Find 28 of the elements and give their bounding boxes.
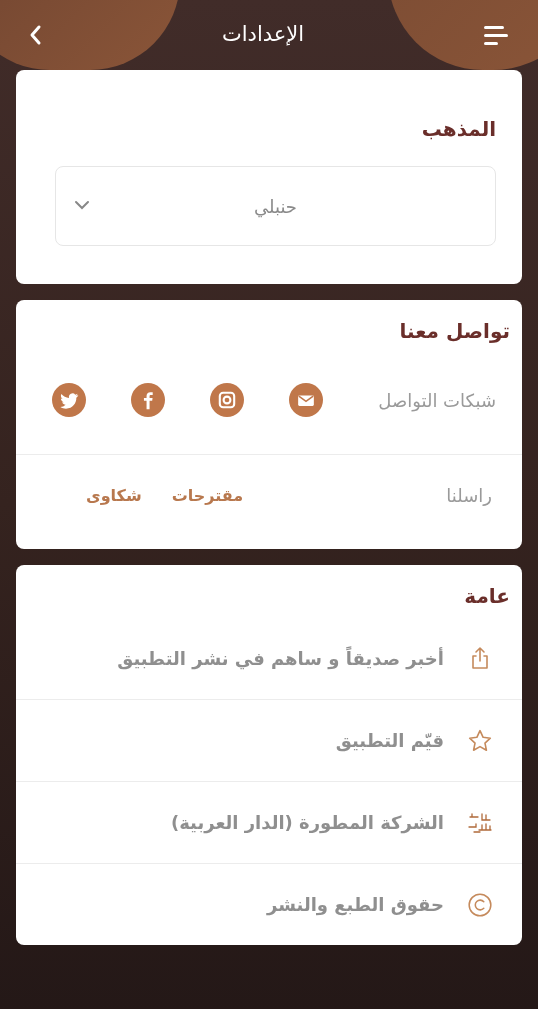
message-link[interactable]: مقترحات bbox=[171, 483, 244, 508]
copyright-icon bbox=[467, 891, 493, 918]
back-icon[interactable] bbox=[28, 24, 42, 46]
row-label: شبكات التواصل bbox=[378, 388, 496, 414]
row-label: راسلنا bbox=[446, 484, 492, 508]
facebook-icon[interactable] bbox=[131, 383, 165, 417]
section-title: تواصل معنا bbox=[398, 318, 511, 345]
share-icon bbox=[469, 646, 491, 670]
settings-item[interactable]: حقوق الطبع والنشر bbox=[16, 863, 522, 945]
page-title: الإعدادات bbox=[221, 21, 305, 49]
twitter-icon[interactable] bbox=[52, 383, 86, 417]
chevron-down-icon bbox=[74, 200, 90, 210]
select-value: حنبلي bbox=[254, 194, 297, 220]
item-label: أخبر صديقاً و ساهم في نشر التطبيق bbox=[117, 645, 444, 672]
email-icon[interactable] bbox=[289, 383, 323, 417]
section-title: المذهب bbox=[420, 116, 496, 143]
item-label: حقوق الطبع والنشر bbox=[267, 893, 444, 918]
item-label: الشركة المطورة (الدار العربية) bbox=[170, 811, 444, 836]
section-title: عامة bbox=[463, 583, 511, 610]
madhhab-select[interactable]: حنبلي bbox=[55, 166, 496, 246]
settings-item[interactable]: قيّم التطبيق bbox=[16, 699, 522, 781]
settings-item[interactable]: أخبر صديقاً و ساهم في نشر التطبيق bbox=[16, 617, 522, 699]
instagram-icon[interactable] bbox=[210, 383, 244, 417]
star-icon bbox=[467, 727, 493, 754]
message-link[interactable]: شكاوى bbox=[86, 483, 142, 508]
menu-button[interactable] bbox=[484, 25, 510, 45]
item-label: قيّم التطبيق bbox=[335, 729, 444, 754]
settings-item[interactable]: الشركة المطورة (الدار العربية) bbox=[16, 781, 522, 863]
